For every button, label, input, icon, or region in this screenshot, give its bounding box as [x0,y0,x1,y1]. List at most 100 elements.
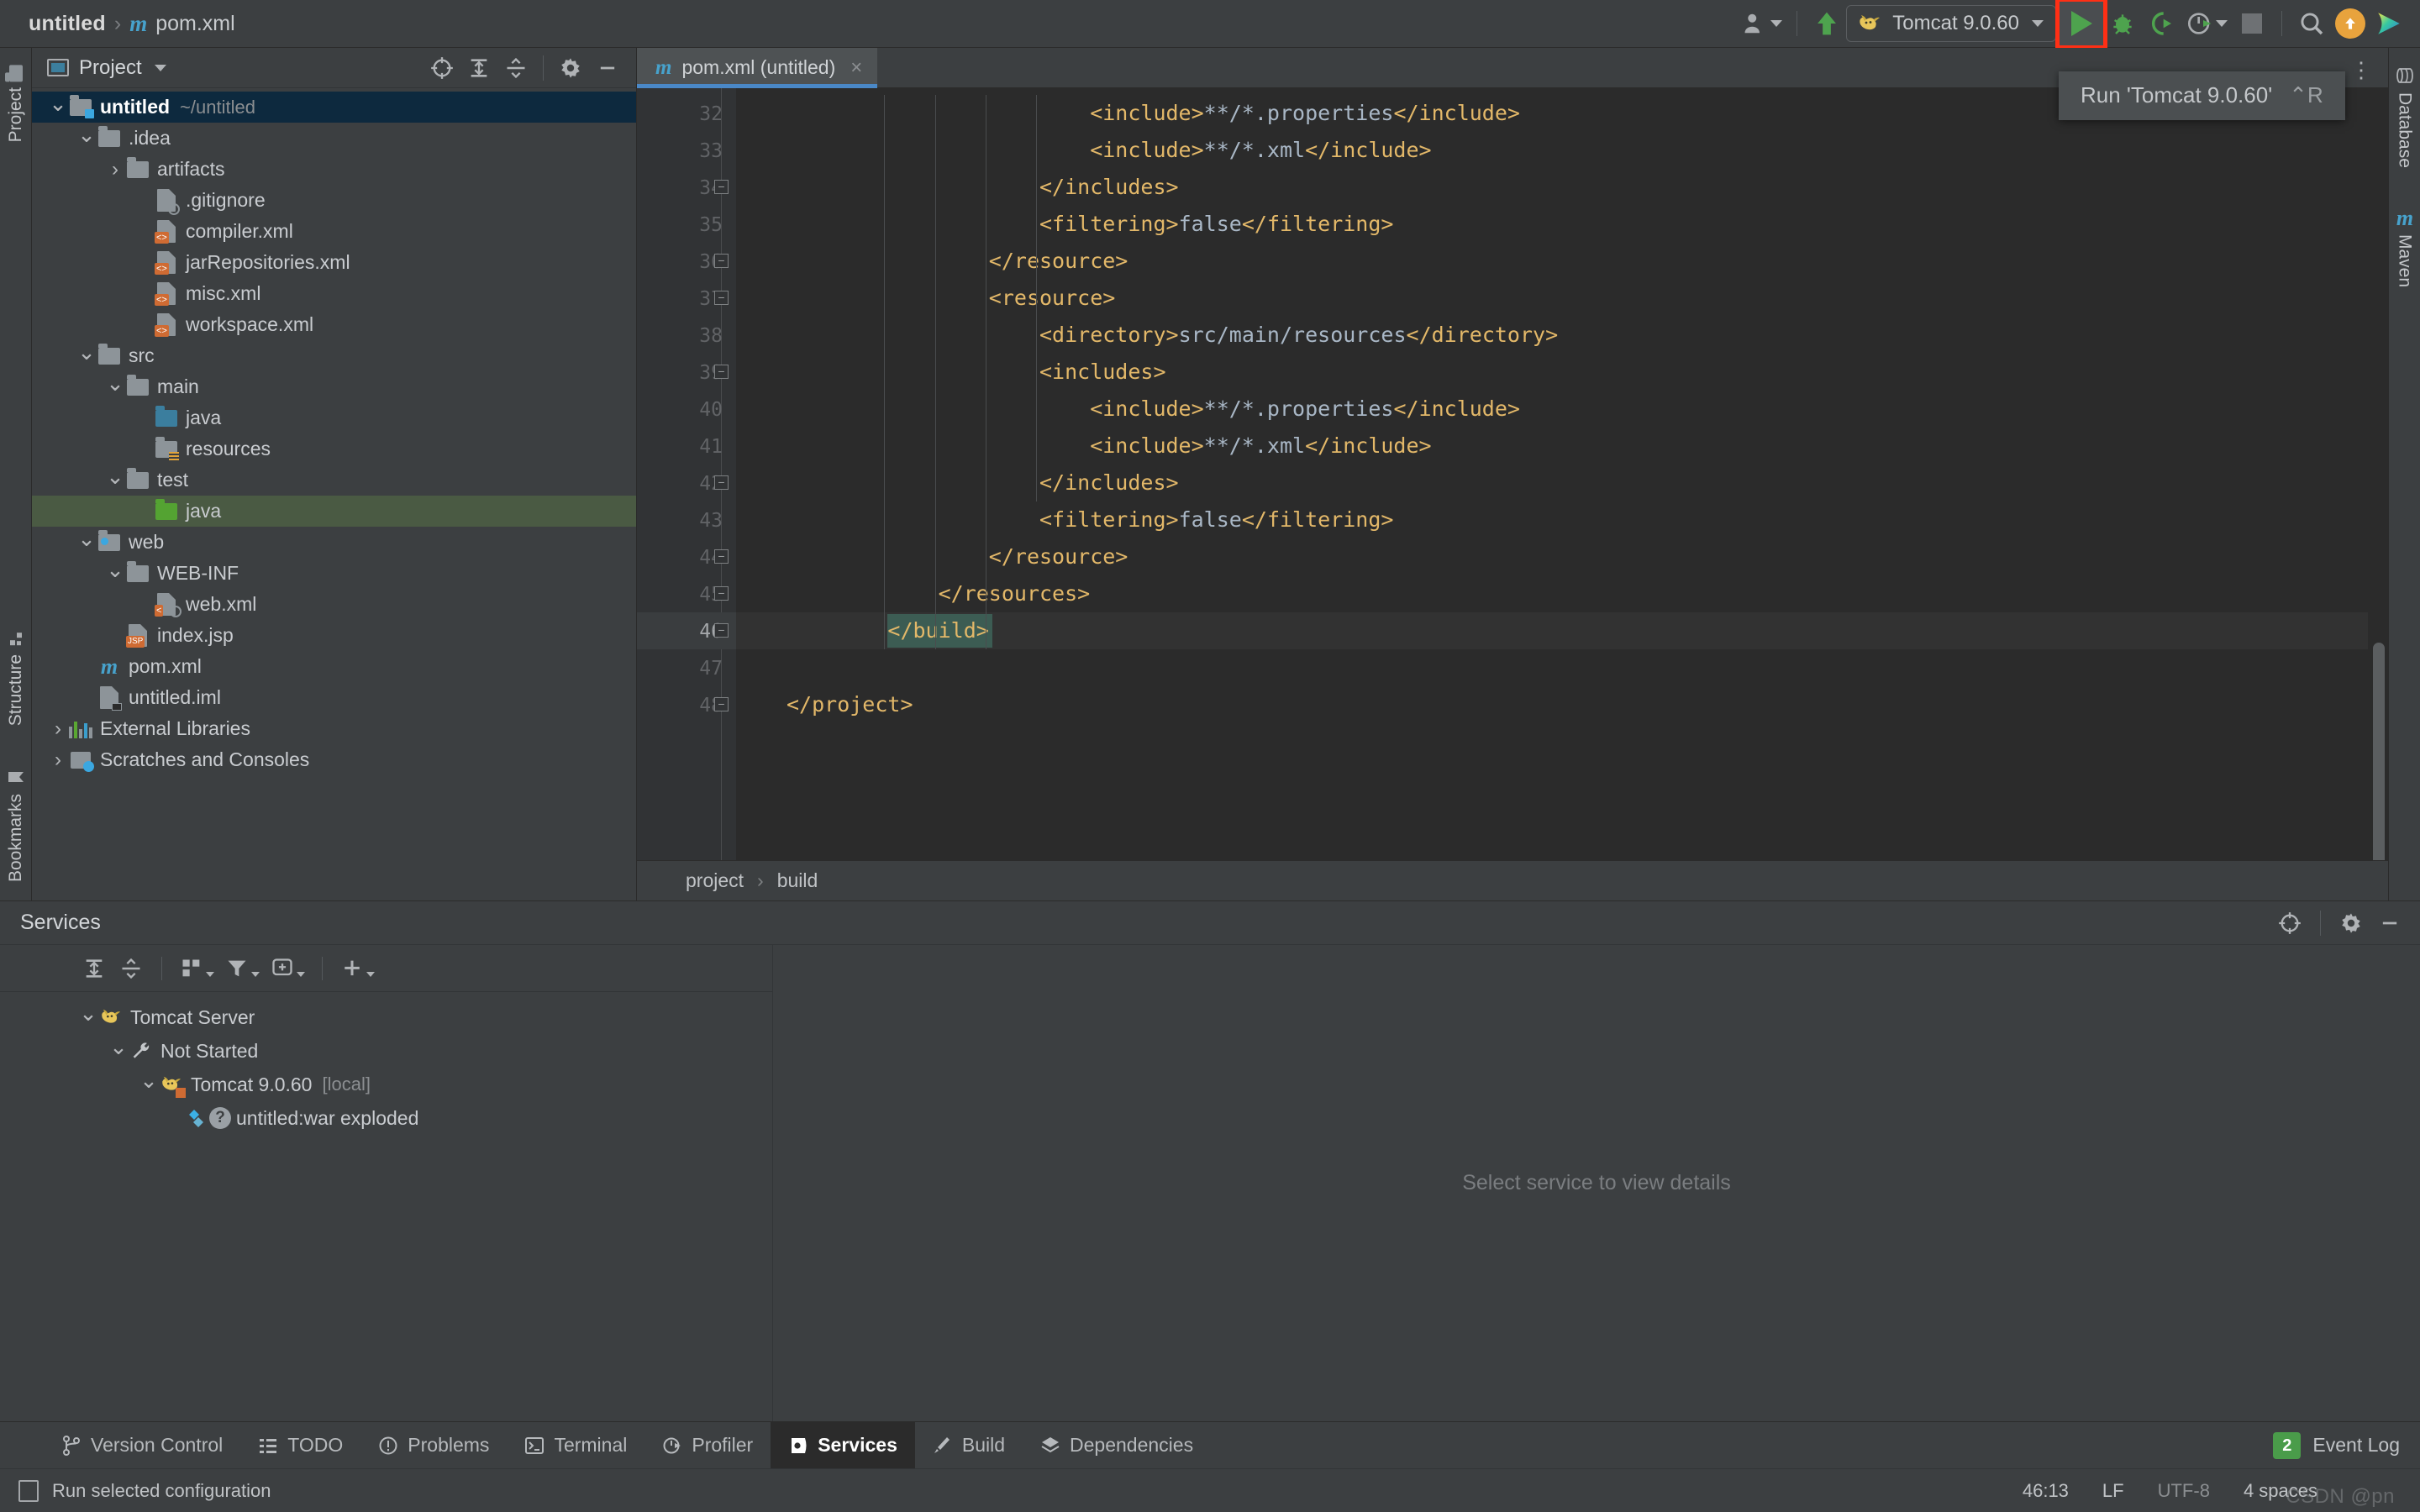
tree-row[interactable]: ⌄ .idea [32,123,636,154]
hide-icon[interactable] [2373,906,2407,940]
tree-row[interactable]: java [32,402,636,433]
chevron-down-icon[interactable]: ⌄ [104,559,126,580]
services-tree[interactable]: ⌄ Tomcat Server ⌄ Not Started ⌄ Tomcat 9.0.60… [0,992,772,1421]
tree-row[interactable]: › Scratches and Consoles [32,744,636,775]
update-arrow-icon[interactable] [1807,4,1846,43]
tree-row[interactable]: <> jarRepositories.xml [32,247,636,278]
gear-icon[interactable] [2334,906,2368,940]
add-tab-icon[interactable] [266,952,308,985]
stop-button[interactable] [2233,4,2271,43]
tool-window-tab-services[interactable]: Services [771,1421,915,1469]
breadcrumb-item-build[interactable]: build [777,869,818,892]
expand-all-icon[interactable] [462,51,496,85]
debug-button[interactable] [2103,4,2142,43]
run-button[interactable] [2055,0,2107,50]
editor-gutter[interactable]: 32 33 34−35 36−37−38 39−40 41 42−43 44−45−46−47… [637,88,774,860]
chevron-right-icon[interactable]: › [47,718,69,739]
chevron-down-icon[interactable]: ⌄ [47,92,69,114]
user-icon[interactable] [1738,4,1786,43]
breadcrumb-file[interactable]: pom.xml [155,12,234,36]
services-tree-row[interactable]: ⌄ Tomcat Server [77,1000,772,1034]
tree-row[interactable]: <> compiler.xml [32,216,636,247]
hide-icon[interactable] [591,51,624,85]
fold-end-icon[interactable]: − [714,549,729,564]
tree-row[interactable]: ⌄ untitled ~/untitled [32,92,636,123]
fold-end-icon[interactable]: − [714,180,729,194]
fold-start-icon[interactable]: − [714,291,729,305]
run-configuration-selector[interactable]: Tomcat 9.0.60 [1846,5,2056,42]
tool-window-tab-profiler[interactable]: Profiler [644,1422,771,1469]
locate-icon[interactable] [2273,906,2307,940]
filter-icon[interactable] [221,952,263,985]
tree-row[interactable]: untitled.iml [32,682,636,713]
chevron-down-icon[interactable]: ⌄ [76,123,97,145]
profiler-button[interactable] [2181,4,2233,43]
chevron-down-icon[interactable]: ⌄ [138,1069,160,1091]
status-badge[interactable]: 46:13 [2023,1480,2069,1502]
collapse-all-icon[interactable] [114,952,148,985]
sidebar-item-project[interactable]: Project [6,60,26,149]
fold-end-icon[interactable]: − [714,623,729,638]
chevron-down-icon[interactable]: ⌄ [104,465,126,487]
chevron-down-icon[interactable] [154,64,166,71]
line-separator-indicator[interactable]: LF [2102,1480,2124,1502]
project-panel-title-group[interactable]: Project [47,56,166,80]
fold-end-icon[interactable]: − [714,254,729,268]
fold-start-icon[interactable]: − [714,365,729,379]
ide-logo-icon[interactable] [2370,4,2408,43]
search-button[interactable] [2292,4,2331,43]
services-tree-row[interactable]: ? untitled:war exploded [77,1101,772,1135]
chevron-down-icon[interactable]: ⌄ [104,372,126,394]
tree-row[interactable]: ⌄ WEB-INF [32,558,636,589]
project-file-tree[interactable]: ⌄ untitled ~/untitled ⌄ .idea › artifacts .giti… [32,88,636,900]
sidebar-item-bookmarks[interactable]: Bookmarks [6,761,26,889]
tool-window-tab-terminal[interactable]: Terminal [507,1422,644,1469]
chevron-down-icon[interactable]: ⌄ [77,1002,99,1024]
editor-scrollbar[interactable] [2368,88,2388,860]
tree-row[interactable]: › External Libraries [32,713,636,744]
encoding-indicator[interactable]: UTF-8 [2158,1480,2210,1502]
event-log-group[interactable]: 2 Event Log [2273,1431,2420,1459]
fold-end-icon[interactable]: − [714,586,729,601]
gear-icon[interactable] [554,51,587,85]
fold-end-icon[interactable]: − [714,475,729,490]
tree-row[interactable]: <> workspace.xml [32,309,636,340]
locate-icon[interactable] [425,51,459,85]
collapse-all-icon[interactable] [499,51,533,85]
tree-row[interactable]: java [32,496,636,527]
tree-row[interactable]: .gitignore [32,185,636,216]
code-editor[interactable]: 32 33 34−35 36−37−38 39−40 41 42−43 44−45−46−47… [637,88,2388,860]
memory-indicator-icon[interactable] [18,1479,39,1502]
tool-window-tab-build[interactable]: Build [915,1422,1023,1469]
chevron-down-icon[interactable]: ⌄ [108,1036,129,1058]
tree-row[interactable]: ⌄ main [32,371,636,402]
services-tree-row[interactable]: ⌄ Not Started [77,1034,772,1068]
upload-button[interactable] [2331,4,2370,43]
tree-row[interactable]: <> misc.xml [32,278,636,309]
more-options-icon[interactable]: ⋮ [2344,54,2378,87]
group-by-icon[interactable] [176,952,218,985]
fold-end-icon[interactable]: − [714,697,729,711]
add-service-icon[interactable] [336,952,378,985]
chevron-down-icon[interactable]: ⌄ [76,341,97,363]
breadcrumb-project[interactable]: untitled [29,12,106,36]
tree-row[interactable]: m pom.xml [32,651,636,682]
indent-indicator[interactable]: 4 spaces [2244,1480,2317,1502]
tool-window-tab-version-control[interactable]: Version Control [44,1422,240,1469]
sidebar-item-database[interactable]: Database [2395,60,2415,175]
breadcrumb-item-project[interactable]: project [686,869,744,892]
tree-row[interactable]: ⌄ test [32,465,636,496]
chevron-right-icon[interactable]: › [47,749,69,770]
tree-row[interactable]: resources [32,433,636,465]
chevron-down-icon[interactable]: ⌄ [76,528,97,549]
tree-row[interactable]: ⌄ web [32,527,636,558]
tool-window-tab-problems[interactable]: Problems [360,1422,507,1469]
services-tree-row[interactable]: ⌄ Tomcat 9.0.60 [local] [77,1068,772,1101]
tool-window-tab-todo[interactable]: TODO [240,1422,360,1469]
tool-window-tab-dependencies[interactable]: Dependencies [1023,1422,1211,1469]
scrollbar-thumb[interactable] [2373,643,2385,860]
code-content[interactable]: <include>**/*.properties</include> <inclu… [736,88,2388,860]
tree-row[interactable]: JSP index.jsp [32,620,636,651]
expand-all-icon[interactable] [77,952,111,985]
run-with-coverage-button[interactable] [2142,4,2181,43]
